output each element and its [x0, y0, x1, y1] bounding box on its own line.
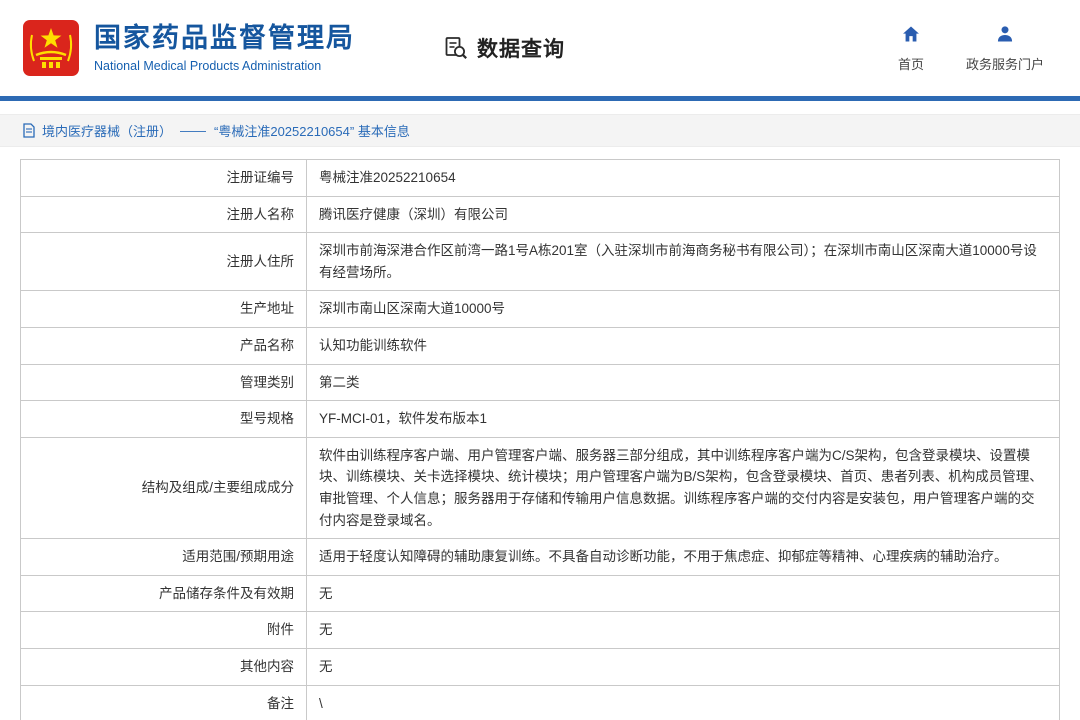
table-row: 产品储存条件及有效期 无: [21, 575, 1060, 612]
field-label: 注册人住所: [21, 233, 307, 291]
field-label: 产品名称: [21, 327, 307, 364]
table-row: 备注 \: [21, 685, 1060, 720]
field-value: 深圳市前海深港合作区前湾一路1号A栋201室（入驻深圳市前海商务秘书有限公司）；…: [307, 233, 1060, 291]
page-header: 国家药品监督管理局 National Medical Products Admi…: [0, 0, 1080, 96]
table-row: 产品名称 认知功能训练软件: [21, 327, 1060, 364]
field-value: 无: [307, 648, 1060, 685]
national-emblem-icon: [22, 19, 80, 77]
field-label: 其他内容: [21, 648, 307, 685]
field-value: 腾讯医疗健康（深圳）有限公司: [307, 196, 1060, 233]
registration-detail-table: 注册证编号 粤械注准20252210654 注册人名称 腾讯医疗健康（深圳）有限…: [20, 159, 1060, 720]
table-row: 注册人住所 深圳市前海深港合作区前湾一路1号A栋201室（入驻深圳市前海商务秘书…: [21, 233, 1060, 291]
table-row: 附件 无: [21, 612, 1060, 649]
table-row: 生产地址 深圳市南山区深南大道10000号: [21, 291, 1060, 328]
field-value: 认知功能训练软件: [307, 327, 1060, 364]
top-nav: 首页 政务服务门户: [898, 24, 1044, 73]
field-label: 注册人名称: [21, 196, 307, 233]
table-row: 注册人名称 腾讯医疗健康（深圳）有限公司: [21, 196, 1060, 233]
section-title: 数据查询: [477, 33, 565, 63]
field-value: YF-MCI-01，软件发布版本1: [307, 401, 1060, 438]
org-name-en: National Medical Products Administration: [94, 59, 355, 73]
table-row: 管理类别 第二类: [21, 364, 1060, 401]
table-row: 适用范围/预期用途 适用于轻度认知障碍的辅助康复训练。不具备自动诊断功能，不用于…: [21, 539, 1060, 576]
field-value: 无: [307, 575, 1060, 612]
home-icon: [901, 24, 921, 49]
breadcrumb: 境内医疗器械（注册） —— “粤械注准20252210654” 基本信息: [0, 114, 1080, 147]
brand-text: 国家药品监督管理局 National Medical Products Admi…: [94, 23, 355, 72]
field-value: 粤械注准20252210654: [307, 160, 1060, 197]
field-label: 生产地址: [21, 291, 307, 328]
field-value: 软件由训练程序客户端、用户管理客户端、服务器三部分组成，其中训练程序客户端为C/…: [307, 437, 1060, 538]
table-row: 其他内容 无: [21, 648, 1060, 685]
field-label: 注册证编号: [21, 160, 307, 197]
table-row: 结构及组成/主要组成成分 软件由训练程序客户端、用户管理客户端、服务器三部分组成…: [21, 437, 1060, 538]
nav-home-label: 首页: [898, 54, 924, 73]
data-query-icon: [443, 35, 469, 61]
portal-user-icon: [995, 24, 1015, 49]
nav-portal-label: 政务服务门户: [966, 54, 1044, 73]
field-label: 备注: [21, 685, 307, 720]
field-value: 无: [307, 612, 1060, 649]
field-value: 适用于轻度认知障碍的辅助康复训练。不具备自动诊断功能，不用于焦虑症、抑郁症等精神…: [307, 539, 1060, 576]
nmpa-logo[interactable]: 国家药品监督管理局 National Medical Products Admi…: [22, 19, 355, 77]
field-label: 附件: [21, 612, 307, 649]
breadcrumb-separator: ——: [180, 123, 206, 138]
breadcrumb-current: “粤械注准20252210654” 基本信息: [214, 121, 410, 140]
document-icon: [22, 123, 36, 138]
field-label: 型号规格: [21, 401, 307, 438]
nav-portal[interactable]: 政务服务门户: [966, 24, 1044, 73]
header-divider: [0, 96, 1080, 101]
nav-home[interactable]: 首页: [898, 24, 924, 73]
field-label: 适用范围/预期用途: [21, 539, 307, 576]
data-query-tab[interactable]: 数据查询: [443, 33, 565, 63]
field-label: 产品储存条件及有效期: [21, 575, 307, 612]
field-value: 深圳市南山区深南大道10000号: [307, 291, 1060, 328]
org-name-cn: 国家药品监督管理局: [94, 23, 355, 54]
field-label: 管理类别: [21, 364, 307, 401]
breadcrumb-root-link[interactable]: 境内医疗器械（注册）: [42, 121, 172, 140]
table-row: 型号规格 YF-MCI-01，软件发布版本1: [21, 401, 1060, 438]
field-value: 第二类: [307, 364, 1060, 401]
table-row: 注册证编号 粤械注准20252210654: [21, 160, 1060, 197]
field-label: 结构及组成/主要组成成分: [21, 437, 307, 538]
field-value: \: [307, 685, 1060, 720]
